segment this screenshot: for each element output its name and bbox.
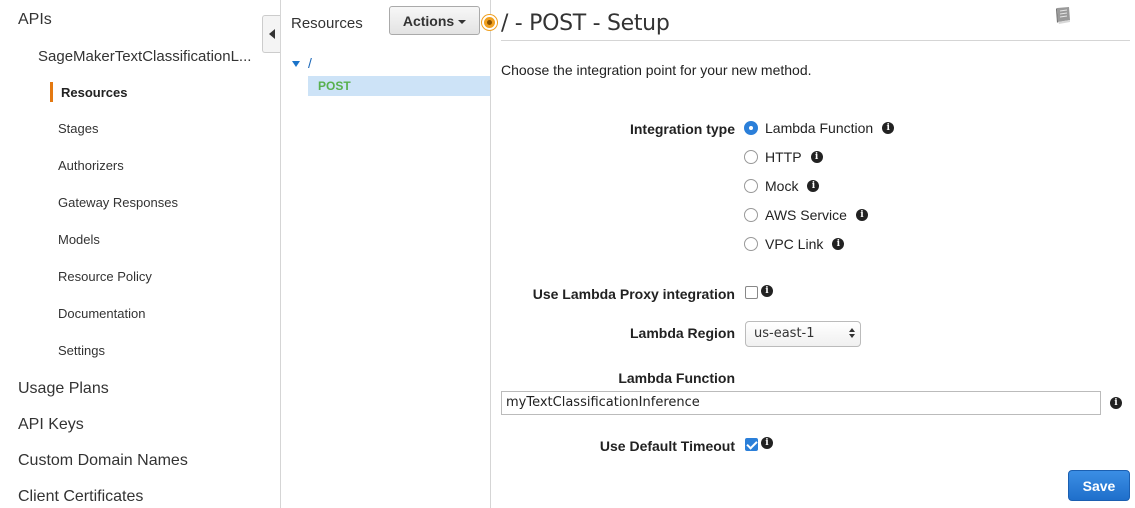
info-icon[interactable]: i [832, 238, 845, 250]
caret-down-icon [458, 19, 467, 24]
info-icon[interactable]: i [761, 437, 773, 449]
tree-root-label: / [308, 55, 312, 71]
nav-item-models[interactable]: Models [58, 232, 100, 247]
nav-api-name-link[interactable]: SageMakerTextClassificationL... [38, 48, 252, 65]
nav-item-gateway-responses[interactable]: Gateway Responses [58, 195, 178, 210]
radio-lambda-function[interactable]: Lambda Function i [744, 120, 895, 136]
radio-vpc-link[interactable]: VPC Link i [744, 236, 845, 252]
resources-title: Resources [291, 15, 363, 32]
book-icon[interactable] [1053, 6, 1073, 25]
tree-method-label: POST [318, 79, 351, 93]
radio-label: Mock [765, 178, 799, 194]
default-timeout-checkbox[interactable] [745, 438, 758, 451]
radio-http[interactable]: HTTP i [744, 149, 823, 165]
resources-panel: Resources Actions / POST [281, 0, 491, 508]
actions-label: Actions [402, 12, 455, 29]
nav-active-indicator [50, 82, 53, 102]
nav-apis-link[interactable]: APIs [18, 11, 52, 29]
info-icon[interactable]: i [855, 209, 868, 221]
radio-aws-service[interactable]: AWS Service i [744, 207, 868, 223]
tree-root-resource[interactable]: / [292, 55, 312, 71]
collapse-nav-button[interactable] [262, 15, 280, 53]
proxy-integration-label: Use Lambda Proxy integration [532, 286, 735, 302]
select-arrows-icon [849, 328, 855, 338]
info-icon[interactable]: i [1110, 397, 1122, 409]
radio-button-checked[interactable] [744, 121, 758, 135]
info-icon[interactable]: i [761, 285, 773, 297]
nav-client-certificates[interactable]: Client Certificates [18, 488, 143, 506]
resize-handle-icon[interactable] [482, 15, 497, 30]
intro-text: Choose the integration point for your ne… [501, 62, 812, 78]
nav-custom-domain-names[interactable]: Custom Domain Names [18, 452, 188, 470]
lambda-region-select[interactable]: us-east-1 [745, 321, 861, 347]
info-icon[interactable]: i [807, 180, 820, 192]
lambda-function-input[interactable]: myTextClassificationInference [501, 391, 1101, 415]
actions-dropdown-button[interactable]: Actions [389, 6, 480, 35]
lambda-region-label: Lambda Region [629, 325, 735, 341]
title-divider [501, 40, 1130, 41]
nav-usage-plans[interactable]: Usage Plans [18, 380, 109, 398]
default-timeout-label: Use Default Timeout [599, 438, 735, 454]
radio-label: VPC Link [765, 236, 824, 252]
radio-button[interactable] [744, 179, 758, 193]
nav-item-resource-policy[interactable]: Resource Policy [58, 269, 152, 284]
radio-mock[interactable]: Mock i [744, 178, 820, 194]
radio-button[interactable] [744, 150, 758, 164]
nav-api-keys[interactable]: API Keys [18, 416, 84, 434]
radio-button[interactable] [744, 237, 758, 251]
radio-label: Lambda Function [765, 120, 874, 136]
left-nav: APIs SageMakerTextClassificationL... Res… [0, 0, 281, 508]
integration-type-label: Integration type [629, 121, 735, 137]
nav-item-documentation[interactable]: Documentation [58, 306, 145, 321]
save-button[interactable]: Save [1068, 470, 1130, 501]
lambda-function-label: Lambda Function [618, 370, 735, 386]
radio-label: AWS Service [765, 207, 847, 223]
radio-button[interactable] [744, 208, 758, 222]
info-icon[interactable]: i [810, 151, 823, 163]
tree-expand-icon[interactable] [292, 61, 300, 67]
nav-item-settings[interactable]: Settings [58, 343, 105, 358]
nav-item-authorizers[interactable]: Authorizers [58, 158, 124, 173]
lambda-region-value: us-east-1 [754, 326, 815, 341]
info-icon[interactable]: i [882, 122, 895, 134]
page-title: / - POST - Setup [501, 11, 670, 36]
nav-item-stages[interactable]: Stages [58, 121, 98, 136]
proxy-integration-checkbox[interactable] [745, 286, 758, 299]
nav-item-resources[interactable]: Resources [61, 85, 127, 100]
tree-method-post[interactable]: POST [308, 76, 490, 96]
chevron-left-icon [268, 29, 275, 39]
radio-label: HTTP [765, 149, 802, 165]
